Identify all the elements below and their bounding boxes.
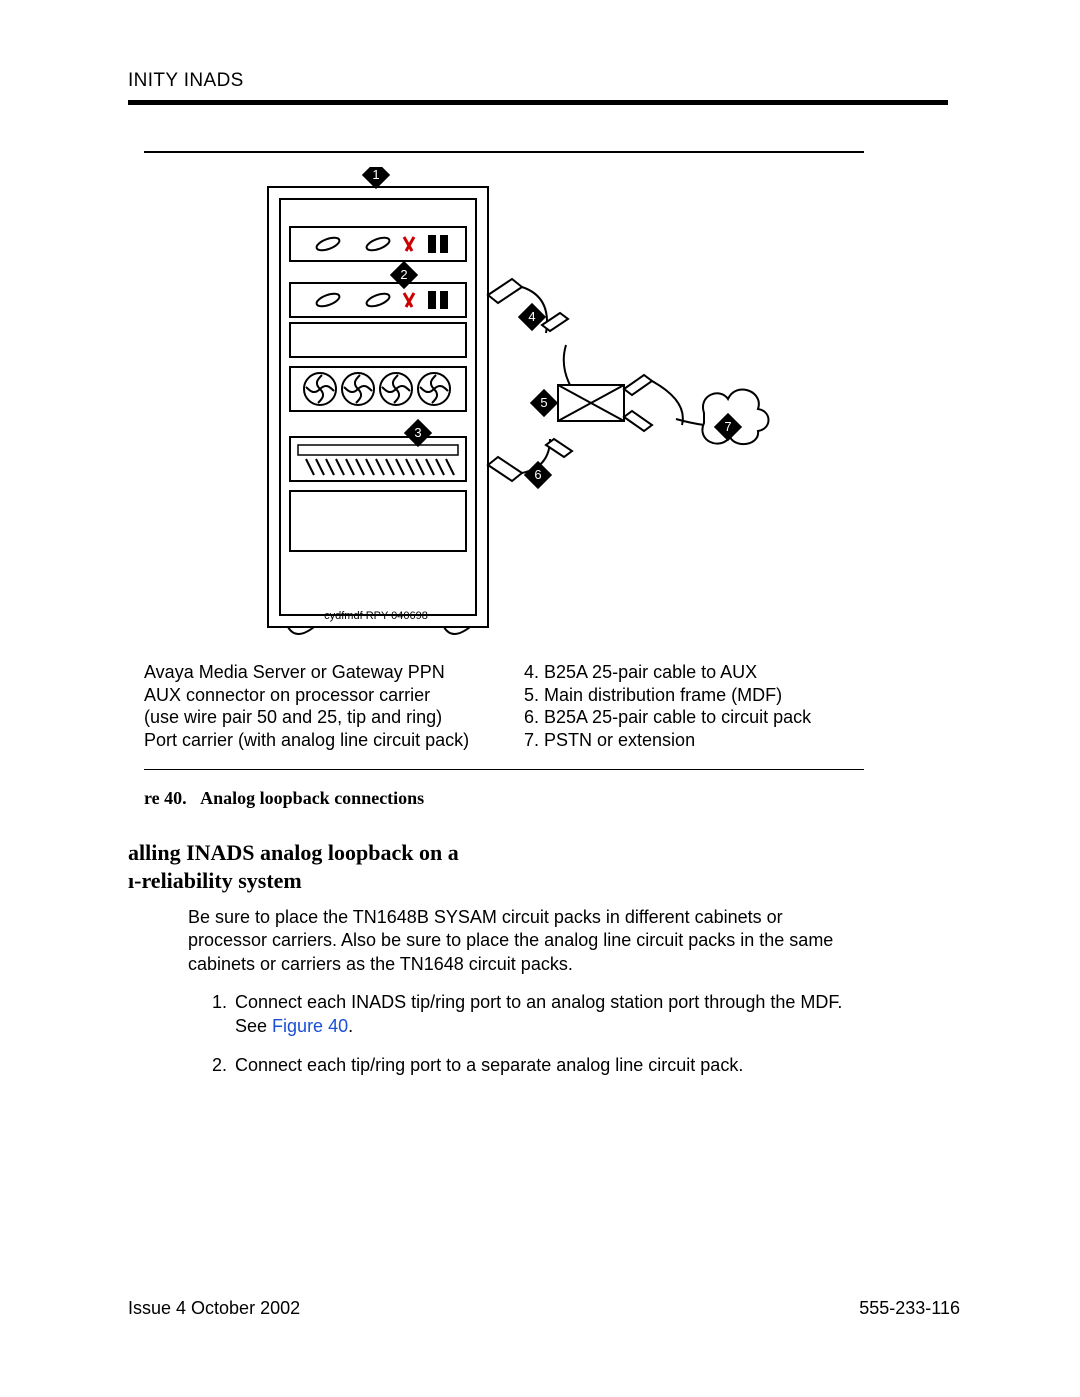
legend-item: AUX connector on processor carrier [144,684,484,707]
step-item: 2. Connect each tip/ring port to a separ… [212,1053,848,1077]
figure-block: 1 2 3 4 5 6 7 cydfmdf RPY 040698 Avaya M… [144,151,864,809]
legend-item: (use wire pair 50 and 25, tip and ring) [144,706,484,729]
section-heading: alling INADS analog loopback on a ı-reli… [128,839,960,894]
page: INITY INADS [0,0,1080,1397]
footer-docnum: 555-233-116 [859,1298,960,1319]
svg-text:3: 3 [414,425,421,440]
legend-item: 4. B25A 25-pair cable to AUX [524,661,864,684]
diagram-svg: 1 2 3 4 5 6 7 cydfmdf RPY 040698 [228,167,788,647]
figure-bottom-rule [144,769,864,770]
svg-text:7: 7 [724,419,731,434]
page-footer: Issue 4 October 2002 555-233-116 [128,1298,960,1319]
svg-text:1: 1 [372,167,379,182]
legend-item: 7. PSTN or extension [524,729,864,752]
figure-top-rule [144,151,864,153]
legend-item: 5. Main distribution frame (MDF) [524,684,864,707]
step-list: 1. Connect each INADS tip/ring port to a… [212,990,848,1077]
step-item: 1. Connect each INADS tip/ring port to a… [212,990,848,1039]
legend-item: 6. B25A 25-pair cable to circuit pack [524,706,864,729]
legend-col-left: Avaya Media Server or Gateway PPN AUX co… [144,661,484,751]
svg-text:5: 5 [540,395,547,410]
svg-text:2: 2 [400,267,407,282]
svg-text:4: 4 [528,309,535,324]
legend-item: Port carrier (with analog line circuit p… [144,729,484,752]
legend-col-right: 4. B25A 25-pair cable to AUX 5. Main dis… [524,661,864,751]
svg-text:6: 6 [534,467,541,482]
figure-caption: re 40. Analog loopback connections [144,788,864,809]
footer-issue: Issue 4 October 2002 [128,1298,300,1319]
figure-legend: Avaya Media Server or Gateway PPN AUX co… [144,661,864,751]
svg-text:cydfmdf RPY 040698: cydfmdf RPY 040698 [324,610,428,622]
running-header: INITY INADS [128,70,960,92]
header-rule [128,100,948,105]
figure-link[interactable]: Figure 40 [272,1016,348,1036]
body-paragraph: Be sure to place the TN1648B SYSAM circu… [188,906,848,976]
legend-item: Avaya Media Server or Gateway PPN [144,661,484,684]
